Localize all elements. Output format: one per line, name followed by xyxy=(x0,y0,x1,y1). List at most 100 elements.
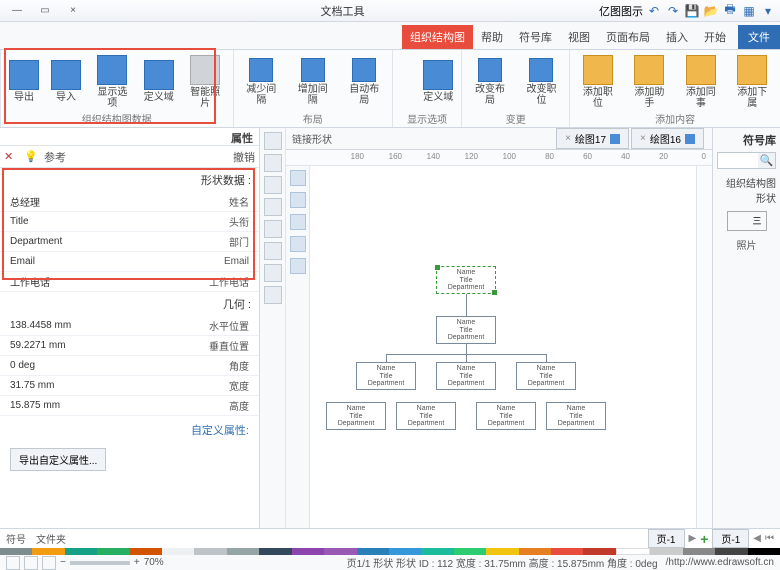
shape-thumbnail[interactable] xyxy=(727,211,767,231)
menu-icon[interactable]: ▾ xyxy=(760,3,776,19)
prop-value[interactable]: 工作电话 xyxy=(0,274,179,289)
page-next-icon[interactable]: ▶ xyxy=(689,533,697,544)
smart-photo-button[interactable]: 智能照片 xyxy=(182,53,229,111)
org-node[interactable]: NameTitleDepartment xyxy=(516,362,576,390)
define-field-button[interactable]: 定义域 xyxy=(419,58,457,105)
cross-icon[interactable]: ✕ xyxy=(4,150,18,164)
open-icon[interactable]: 📂 xyxy=(703,3,719,19)
redo-icon[interactable]: ↷ xyxy=(665,3,681,19)
doc-tab-1[interactable]: 绘图16× xyxy=(631,128,704,149)
org-node-root[interactable]: NameTitleDepartment xyxy=(436,266,496,294)
tool-connector[interactable] xyxy=(290,214,306,230)
tool-shape[interactable] xyxy=(290,236,306,252)
prop-value[interactable]: Department xyxy=(0,236,179,247)
print-icon[interactable]: 🖶 xyxy=(722,3,738,19)
org-node[interactable]: NameTitleDepartment xyxy=(396,402,456,430)
prop-value[interactable]: 31.75 mm xyxy=(0,380,179,391)
view-mode-1[interactable] xyxy=(6,556,20,570)
tool-select[interactable] xyxy=(290,170,306,186)
win-minimize[interactable]: — xyxy=(4,3,30,19)
lib-title[interactable]: 组织结构图形状 xyxy=(717,175,776,205)
canvas[interactable]: NameTitleDepartment NameTitleDepartment … xyxy=(310,166,696,528)
tool-text[interactable] xyxy=(290,192,306,208)
zoom-out-icon[interactable]: − xyxy=(60,557,66,568)
close-icon[interactable]: × xyxy=(565,133,571,144)
page-tab-1[interactable]: 页-1 xyxy=(712,529,749,548)
prop-value[interactable]: Title xyxy=(0,216,179,227)
ribbon: 添加下属 添加同事 添加助手 添加职位 添加内容 改变职位 改变布局 变更 定义… xyxy=(0,50,780,128)
add-colleague-button[interactable]: 添加同事 xyxy=(677,53,724,111)
search-icon[interactable]: 🔍 xyxy=(758,153,775,168)
group-label-display: 显示选项 xyxy=(397,111,457,125)
define-field2-button[interactable]: 定义域 xyxy=(140,58,178,105)
add-page-button[interactable]: + xyxy=(700,531,708,547)
page-tab-2[interactable]: 页-1 xyxy=(648,529,685,548)
decrease-spacing-button[interactable]: 减少间隔 xyxy=(238,56,285,108)
ruler-horizontal: 0 20 40 60 80 100 120 140 160 180 xyxy=(286,150,712,166)
footer-file-tab[interactable]: 文件夹 xyxy=(36,531,66,546)
file-tab[interactable]: 文件 xyxy=(738,25,780,49)
increase-spacing-button[interactable]: 增加间隔 xyxy=(289,56,336,108)
symbol-search[interactable]: 🔍 xyxy=(717,152,776,169)
tab-help[interactable]: 帮助 xyxy=(473,25,511,49)
zoom-in-icon[interactable]: + xyxy=(134,557,140,568)
side-tool-8[interactable] xyxy=(264,286,282,304)
prop-value[interactable]: Email xyxy=(0,256,179,267)
footer-symbol-tab[interactable]: 符号 xyxy=(6,531,26,546)
prop-value[interactable]: 总经理 xyxy=(0,194,179,209)
win-close[interactable]: × xyxy=(60,3,86,19)
tab-orgchart[interactable]: 组织结构图 xyxy=(402,25,473,49)
prop-value[interactable]: 15.875 mm xyxy=(0,400,179,411)
save-icon[interactable]: 💾 xyxy=(684,3,700,19)
side-tool-5[interactable] xyxy=(264,220,282,238)
change-position-button[interactable]: 改变职位 xyxy=(518,56,565,108)
add-position-button[interactable]: 添加职位 xyxy=(574,53,621,111)
shape-caption: 照片 xyxy=(717,237,776,252)
view-mode-2[interactable] xyxy=(24,556,38,570)
view-mode-3[interactable] xyxy=(42,556,56,570)
side-tool-1[interactable] xyxy=(264,132,282,150)
new-icon[interactable]: ▦ xyxy=(741,3,757,19)
auto-layout-button[interactable]: 自动布局 xyxy=(340,56,387,108)
page-first-icon[interactable]: ⏮ xyxy=(765,533,774,544)
prop-row: 15.875 mm高度 xyxy=(0,396,259,416)
prop-value[interactable]: 0 deg xyxy=(0,360,179,371)
tab-view[interactable]: 视图 xyxy=(560,25,598,49)
group-label-layout: 布局 xyxy=(238,111,388,125)
side-tool-6[interactable] xyxy=(264,242,282,260)
doc-tab-2[interactable]: 绘图17× xyxy=(556,128,629,149)
tab-start[interactable]: 开始 xyxy=(696,25,734,49)
tab-symbols[interactable]: 符号库 xyxy=(511,25,560,49)
prop-value[interactable]: 138.4458 mm xyxy=(0,320,179,331)
org-node[interactable]: NameTitleDepartment xyxy=(356,362,416,390)
zoom-slider[interactable] xyxy=(70,561,130,565)
side-tool-3[interactable] xyxy=(264,176,282,194)
tool-line[interactable] xyxy=(290,258,306,274)
side-tool-2[interactable] xyxy=(264,154,282,172)
display-options-button[interactable]: 显示选项 xyxy=(89,53,136,111)
symbol-search-input[interactable] xyxy=(718,153,758,168)
export-button[interactable]: 导出 xyxy=(5,58,43,105)
org-node[interactable]: NameTitleDepartment xyxy=(436,316,496,344)
add-subordinate-button[interactable]: 添加下属 xyxy=(729,53,776,111)
org-node[interactable]: NameTitleDepartment xyxy=(546,402,606,430)
hint-undo[interactable]: 撤销 xyxy=(233,149,255,165)
prop-value[interactable]: 59.2271 mm xyxy=(0,340,179,351)
win-maximize[interactable]: ▭ xyxy=(32,3,58,19)
change-layout-button[interactable]: 改变布局 xyxy=(466,56,513,108)
color-bar[interactable] xyxy=(0,548,780,555)
export-custom-props-button[interactable]: 导出自定义属性... xyxy=(10,448,106,471)
side-tool-7[interactable] xyxy=(264,264,282,282)
undo-icon[interactable]: ↶ xyxy=(646,3,662,19)
add-assistant-button[interactable]: 添加助手 xyxy=(626,53,673,111)
tab-insert[interactable]: 插入 xyxy=(658,25,696,49)
page-prev-icon[interactable]: ◀ xyxy=(753,533,761,544)
import-button[interactable]: 导入 xyxy=(47,58,85,105)
close-icon[interactable]: × xyxy=(640,133,646,144)
tab-layout[interactable]: 页面布局 xyxy=(598,25,658,49)
org-node[interactable]: NameTitleDepartment xyxy=(436,362,496,390)
properties-panel: 属性 ✕ 💡 参考 撤销 形状数据 : 总经理姓名Title头衔Departme… xyxy=(0,128,260,528)
side-tool-4[interactable] xyxy=(264,198,282,216)
org-node[interactable]: NameTitleDepartment xyxy=(476,402,536,430)
org-node[interactable]: NameTitleDepartment xyxy=(326,402,386,430)
